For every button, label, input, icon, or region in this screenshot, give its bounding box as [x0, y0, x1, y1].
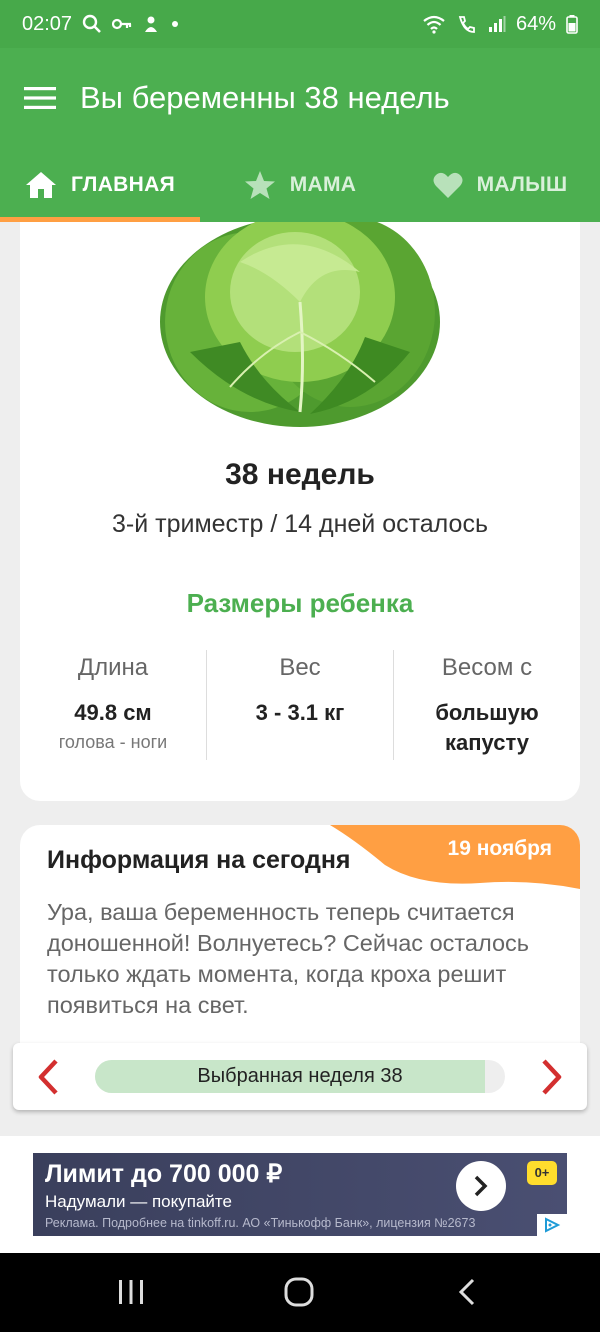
- chevron-right-icon: [542, 1058, 562, 1095]
- tab-main[interactable]: ГЛАВНАЯ: [0, 148, 200, 222]
- home-button[interactable]: [264, 1267, 334, 1317]
- ad-go-button[interactable]: [456, 1161, 506, 1211]
- ad-area: Лимит до 700 000 ₽ Надумали — покупайте …: [0, 1136, 600, 1253]
- system-navigation-bar: [0, 1253, 600, 1332]
- today-info-card: 19 ноября Информация на сегодня Ура, ваш…: [20, 825, 580, 1055]
- chevron-left-icon: [38, 1058, 58, 1095]
- app-bar: Вы беременны 38 недель: [0, 48, 600, 148]
- trimester-subtitle: 3-й триместр / 14 дней осталось: [112, 510, 488, 538]
- week-summary-card: 38 недель 3-й триместр / 14 дней осталос…: [20, 222, 580, 801]
- length-label: Длина: [77, 654, 149, 681]
- tab-mom[interactable]: МАМА: [200, 148, 400, 222]
- adchoices-icon: [545, 1217, 561, 1233]
- baby-sizes-table: Длина 49.8 см голова - ноги Вес 3 - 3.1 …: [20, 650, 580, 760]
- weight-label: Вес: [279, 654, 321, 681]
- main-content[interactable]: 38 недель 3-й триместр / 14 дней осталос…: [0, 222, 600, 1136]
- ad-legal-text: Реклама. Подробнее на tinkoff.ru. АО «Ти…: [45, 1216, 476, 1230]
- battery-percent: 64%: [515, 12, 556, 35]
- ad-headline: Лимит до 700 000 ₽: [45, 1160, 283, 1188]
- weight-value: 3 - 3.1 кг: [255, 700, 345, 725]
- notification-app-icon: [145, 16, 158, 32]
- size-compare-value: большую капусту: [394, 698, 580, 758]
- tab-bar: ГЛАВНАЯ МАМА МАЛЫШ: [0, 148, 600, 222]
- status-time: 02:07: [22, 12, 73, 35]
- length-value: 49.8 см: [74, 700, 152, 725]
- week-progress-bar[interactable]: Выбранная неделя 38: [95, 1060, 505, 1093]
- battery-icon: [566, 15, 578, 34]
- signal-icon: [488, 16, 506, 32]
- search-icon: [82, 14, 101, 33]
- ad-banner[interactable]: Лимит до 700 000 ₽ Надумали — покупайте …: [33, 1153, 567, 1236]
- menu-button[interactable]: [0, 48, 80, 148]
- tab-mom-label: МАМА: [289, 173, 357, 196]
- recent-apps-button[interactable]: [96, 1267, 166, 1317]
- baby-sizes-title: Размеры ребенка: [186, 588, 414, 618]
- adchoices-button[interactable]: [537, 1214, 567, 1236]
- week-title: 38 недель: [225, 458, 375, 491]
- star-icon: [244, 171, 275, 199]
- selected-week-label: Выбранная неделя 38: [197, 1065, 403, 1087]
- tab-baby[interactable]: МАЛЫШ: [400, 148, 600, 222]
- info-text: Ура, ваша беременность теперь считается …: [47, 899, 530, 1018]
- age-rating-badge: 0+: [527, 1161, 557, 1185]
- key-icon: [112, 18, 132, 30]
- home-icon: [26, 172, 56, 198]
- weight-column: Вес 3 - 3.1 кг: [206, 650, 393, 760]
- ad-subline: Надумали — покупайте: [45, 1192, 232, 1211]
- week-selector: Выбранная неделя 38: [13, 1043, 587, 1110]
- size-compare-line1: большую: [435, 700, 539, 725]
- cabbage-image: [160, 222, 440, 427]
- info-title: Информация на сегодня: [47, 846, 351, 874]
- previous-week-button[interactable]: [13, 1043, 83, 1110]
- size-compare-column: Весом с большую капусту: [393, 650, 580, 760]
- tab-baby-label: МАЛЫШ: [476, 173, 568, 196]
- back-button[interactable]: [432, 1267, 502, 1317]
- length-note: голова - ноги: [58, 732, 168, 752]
- recent-apps-icon: [119, 1280, 143, 1304]
- chevron-right-icon: [474, 1175, 488, 1197]
- heart-icon: [433, 172, 463, 198]
- wifi-call-icon: [458, 16, 475, 33]
- back-icon: [458, 1278, 475, 1306]
- hamburger-menu-icon: [24, 87, 56, 109]
- tab-main-label: ГЛАВНАЯ: [71, 173, 175, 196]
- size-compare-label: Весом с: [441, 654, 533, 681]
- next-week-button[interactable]: [517, 1043, 587, 1110]
- date-badge: 19 ноября: [447, 837, 552, 860]
- page-title: Вы беременны 38 недель: [80, 80, 450, 115]
- status-bar: 02:07 64%: [0, 0, 600, 48]
- size-compare-line2: капусту: [444, 730, 529, 755]
- wifi-icon: [423, 15, 445, 34]
- dot-icon: [172, 21, 179, 27]
- home-circle-icon: [284, 1277, 314, 1307]
- length-column: Длина 49.8 см голова - ноги: [20, 650, 206, 760]
